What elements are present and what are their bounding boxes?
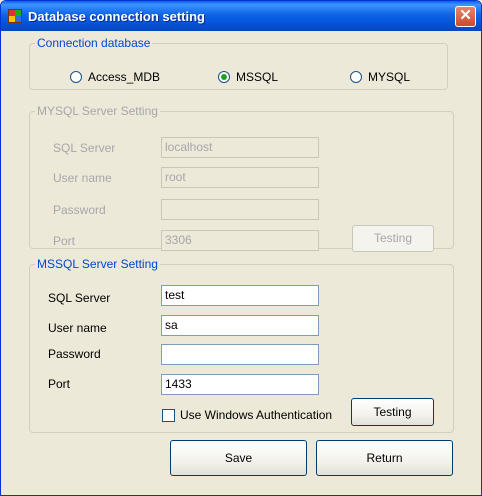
mssql-port-label: Port [48,377,71,391]
radio-mysql[interactable]: MYSQL [350,70,410,84]
mssql-sql-server-field[interactable]: test [161,285,319,306]
mysql-user-name-field[interactable]: root [161,167,319,188]
mssql-port-field[interactable]: 1433 [161,374,319,395]
mysql-password-field[interactable] [161,199,319,220]
mysql-port-field[interactable]: 3306 [161,230,319,251]
mysql-testing-button[interactable]: Testing [352,225,434,252]
mssql-sql-server-label: SQL Server [48,291,111,305]
mysql-sql-server-label: SQL Server [53,141,116,155]
mssql-settings-legend: MSSQL Server Setting [37,257,158,271]
windows-auth-checkbox[interactable] [162,409,175,422]
mssql-testing-button[interactable]: Testing [351,398,434,426]
radio-label-access-mdb: Access_MDB [88,70,161,84]
radio-circle-mssql[interactable] [218,71,230,83]
mssql-password-label: Password [48,347,101,361]
title-bar[interactable]: Database connection setting ✕ [1,1,481,31]
app-icon [8,9,22,23]
radio-label-mssql: MSSQL [236,70,279,84]
mysql-port-label: Port [53,234,76,248]
connection-database-legend: Connection database [37,36,151,50]
radio-access-mdb[interactable]: Access_MDB [70,70,160,84]
mssql-user-name-field[interactable]: sa [161,315,319,336]
radio-label-mysql: MYSQL [368,70,411,84]
mysql-settings-legend: MYSQL Server Setting [37,104,158,118]
mysql-password-label: Password [53,203,106,217]
save-button[interactable]: Save [170,440,307,476]
return-button[interactable]: Return [316,440,453,476]
mysql-sql-server-field[interactable]: localhost [161,137,319,158]
mssql-password-field[interactable] [161,344,319,365]
mssql-user-name-label: User name [48,321,107,335]
close-button[interactable]: ✕ [455,6,476,27]
windows-auth-label[interactable]: Use Windows Authentication [180,408,332,422]
window-title: Database connection setting [28,9,205,24]
mysql-settings-group: MYSQL Server Setting SQL Server localhos… [29,104,454,252]
radio-circle-access-mdb[interactable] [70,71,82,83]
dialog-window: Database connection setting ✕ Connection… [0,0,482,496]
mssql-settings-group: MSSQL Server Setting SQL Server test Use… [29,257,454,433]
connection-database-group: Connection database Access_MDB MSSQL MYS… [29,36,448,90]
mysql-user-name-label: User name [53,171,112,185]
radio-circle-mysql[interactable] [350,71,362,83]
radio-mssql[interactable]: MSSQL [218,70,278,84]
